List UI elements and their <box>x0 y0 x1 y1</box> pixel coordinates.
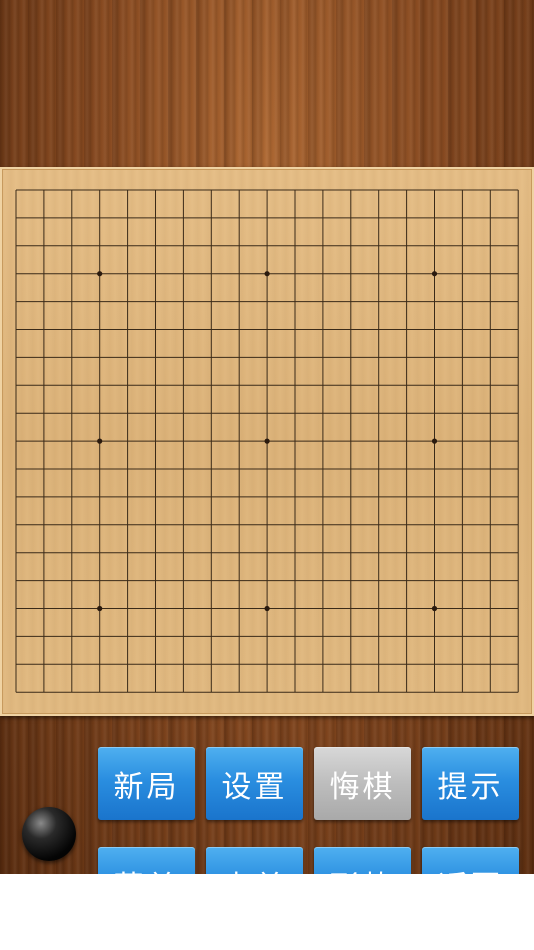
control-panel: 新局 设置 悔棋 提示 菜单 点单 形势 返回 <box>0 716 534 874</box>
go-board-grid[interactable] <box>0 167 534 716</box>
star-point <box>97 271 103 277</box>
new-game-button[interactable]: 新局 <box>98 747 195 820</box>
menu-button[interactable]: 菜单 <box>98 847 195 874</box>
star-point <box>431 271 438 277</box>
game-screen: 新局 设置 悔棋 提示 菜单 点单 形势 返回 <box>0 0 534 874</box>
star-point <box>264 605 270 612</box>
undo-button[interactable]: 悔棋 <box>314 747 411 820</box>
back-button[interactable]: 返回 <box>422 847 519 874</box>
star-point <box>264 438 270 444</box>
star-point <box>431 605 438 612</box>
situation-button[interactable]: 形势 <box>314 847 411 874</box>
settings-button[interactable]: 设置 <box>206 747 303 820</box>
hint-button[interactable]: 提示 <box>422 747 519 820</box>
go-board[interactable] <box>0 167 534 716</box>
star-point <box>97 438 103 444</box>
star-point <box>97 605 103 612</box>
star-point <box>264 271 270 277</box>
current-turn-stone-icon <box>22 807 76 861</box>
point-button[interactable]: 点单 <box>206 847 303 874</box>
star-point <box>431 438 438 444</box>
